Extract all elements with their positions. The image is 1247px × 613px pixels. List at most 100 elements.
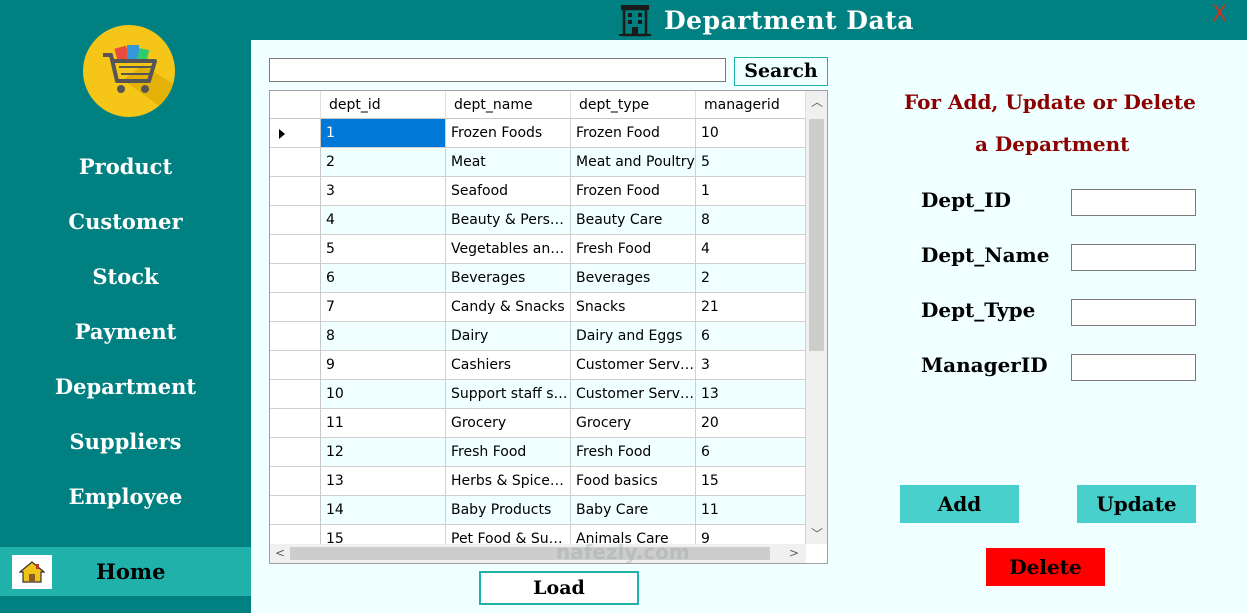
row-header[interactable]	[270, 235, 321, 264]
managerid-cell[interactable]: 21	[696, 293, 806, 322]
row-header[interactable]	[270, 438, 321, 467]
dept-id-cell[interactable]: 14	[321, 496, 446, 525]
managerid-cell[interactable]: 20	[696, 409, 806, 438]
dept-name-cell[interactable]: Beverages	[446, 264, 571, 293]
load-button[interactable]: Load	[479, 571, 639, 605]
dept-type-cell[interactable]: Beverages	[571, 264, 696, 293]
table-row[interactable]: 5 Vegetables and ... Fresh Food 4	[270, 235, 806, 264]
row-header[interactable]	[270, 351, 321, 380]
row-header[interactable]	[270, 525, 321, 546]
dept-name-cell[interactable]: Grocery	[446, 409, 571, 438]
sidebar-item-department[interactable]: Department	[0, 374, 251, 399]
horizontal-scroll-thumb[interactable]	[290, 547, 770, 560]
row-header[interactable]	[270, 264, 321, 293]
dept-id-cell[interactable]: 11	[321, 409, 446, 438]
table-row[interactable]: 14 Baby Products Baby Care 11	[270, 496, 806, 525]
dept-type-cell[interactable]: Dairy and Eggs	[571, 322, 696, 351]
dept-id-field[interactable]	[1071, 189, 1196, 216]
dept-name-cell[interactable]: Cashiers	[446, 351, 571, 380]
column-header-dept-id[interactable]: dept_id	[321, 91, 446, 119]
update-button[interactable]: Update	[1077, 485, 1196, 523]
dept-type-cell[interactable]: Fresh Food	[571, 235, 696, 264]
dept-type-cell[interactable]: Customer Service	[571, 351, 696, 380]
row-header[interactable]	[270, 380, 321, 409]
dept-id-cell[interactable]: 5	[321, 235, 446, 264]
dept-name-cell[interactable]: Support staff su...	[446, 380, 571, 409]
dept-type-cell[interactable]: Fresh Food	[571, 438, 696, 467]
column-header-managerid[interactable]: managerid	[696, 91, 806, 119]
add-button[interactable]: Add	[900, 485, 1019, 523]
horizontal-scrollbar[interactable]: < >	[270, 544, 806, 563]
scroll-down-icon[interactable]: ﹀	[811, 525, 823, 542]
dept-id-cell[interactable]: 8	[321, 322, 446, 351]
home-label[interactable]: Home	[96, 559, 165, 584]
dept-type-cell[interactable]: Beauty Care	[571, 206, 696, 235]
table-row[interactable]: 4 Beauty & Perso... Beauty Care 8	[270, 206, 806, 235]
dept-id-cell[interactable]: 2	[321, 148, 446, 177]
dept-name-field[interactable]	[1071, 244, 1196, 271]
dept-type-cell[interactable]: Baby Care	[571, 496, 696, 525]
table-row[interactable]: 13 Herbs & Spices ... Food basics 15	[270, 467, 806, 496]
vertical-scrollbar[interactable]: ︿ ﹀	[806, 91, 827, 544]
table-row[interactable]: 2 Meat Meat and Poultry 5	[270, 148, 806, 177]
row-header[interactable]	[270, 496, 321, 525]
row-header[interactable]	[270, 119, 321, 148]
table-row[interactable]: 1 Frozen Foods Frozen Food 10	[270, 119, 806, 148]
dept-id-cell[interactable]: 6	[321, 264, 446, 293]
row-header[interactable]	[270, 322, 321, 351]
managerid-cell[interactable]: 10	[696, 119, 806, 148]
search-button[interactable]: Search	[734, 57, 828, 86]
dept-name-cell[interactable]: Candy & Snacks	[446, 293, 571, 322]
table-row[interactable]: 12 Fresh Food Fresh Food 6	[270, 438, 806, 467]
dept-id-cell[interactable]: 9	[321, 351, 446, 380]
table-row[interactable]: 11 Grocery Grocery 20	[270, 409, 806, 438]
dept-name-cell[interactable]: Fresh Food	[446, 438, 571, 467]
dept-id-cell[interactable]: 12	[321, 438, 446, 467]
table-row[interactable]: 6 Beverages Beverages 2	[270, 264, 806, 293]
sidebar-item-product[interactable]: Product	[0, 154, 251, 179]
dept-id-cell[interactable]: 15	[321, 525, 446, 546]
table-row[interactable]: 9 Cashiers Customer Service 3	[270, 351, 806, 380]
dept-id-cell[interactable]: 1	[321, 119, 446, 148]
managerid-cell[interactable]: 2	[696, 264, 806, 293]
scroll-left-icon[interactable]: <	[275, 546, 285, 560]
sidebar-item-stock[interactable]: Stock	[0, 264, 251, 289]
dept-name-cell[interactable]: Dairy	[446, 322, 571, 351]
table-row[interactable]: 8 Dairy Dairy and Eggs 6	[270, 322, 806, 351]
row-header[interactable]	[270, 206, 321, 235]
dept-id-cell[interactable]: 13	[321, 467, 446, 496]
dept-type-cell[interactable]: Frozen Food	[571, 177, 696, 206]
sidebar-item-payment[interactable]: Payment	[0, 319, 251, 344]
delete-button[interactable]: Delete	[986, 548, 1105, 586]
managerid-cell[interactable]: 3	[696, 351, 806, 380]
dept-type-cell[interactable]: Meat and Poultry	[571, 148, 696, 177]
dept-name-cell[interactable]: Seafood	[446, 177, 571, 206]
dept-type-cell[interactable]: Grocery	[571, 409, 696, 438]
row-header[interactable]	[270, 409, 321, 438]
row-header[interactable]	[270, 467, 321, 496]
managerid-cell[interactable]: 11	[696, 496, 806, 525]
sidebar-item-employee[interactable]: Employee	[0, 484, 251, 509]
row-header[interactable]	[270, 293, 321, 322]
dept-type-cell[interactable]: Customer Service	[571, 380, 696, 409]
search-input[interactable]	[269, 58, 726, 82]
dept-id-cell[interactable]: 10	[321, 380, 446, 409]
sidebar-item-customer[interactable]: Customer	[0, 209, 251, 234]
manager-id-field[interactable]	[1071, 354, 1196, 381]
dept-name-cell[interactable]: Meat	[446, 148, 571, 177]
home-icon[interactable]	[12, 555, 52, 589]
dept-id-cell[interactable]: 3	[321, 177, 446, 206]
dept-name-cell[interactable]: Beauty & Perso...	[446, 206, 571, 235]
close-icon[interactable]: X	[1212, 2, 1227, 27]
table-row[interactable]: 15 Pet Food & Sup... Animals Care 9	[270, 525, 806, 546]
dept-id-cell[interactable]: 4	[321, 206, 446, 235]
row-header[interactable]	[270, 148, 321, 177]
column-header-dept-type[interactable]: dept_type	[571, 91, 696, 119]
managerid-cell[interactable]: 4	[696, 235, 806, 264]
column-header-dept-name[interactable]: dept_name	[446, 91, 571, 119]
row-header[interactable]	[270, 177, 321, 206]
dept-type-cell[interactable]: Food basics	[571, 467, 696, 496]
managerid-cell[interactable]: 13	[696, 380, 806, 409]
department-grid[interactable]: dept_id dept_name dept_type managerid 1F…	[269, 90, 828, 564]
dept-id-cell[interactable]: 7	[321, 293, 446, 322]
